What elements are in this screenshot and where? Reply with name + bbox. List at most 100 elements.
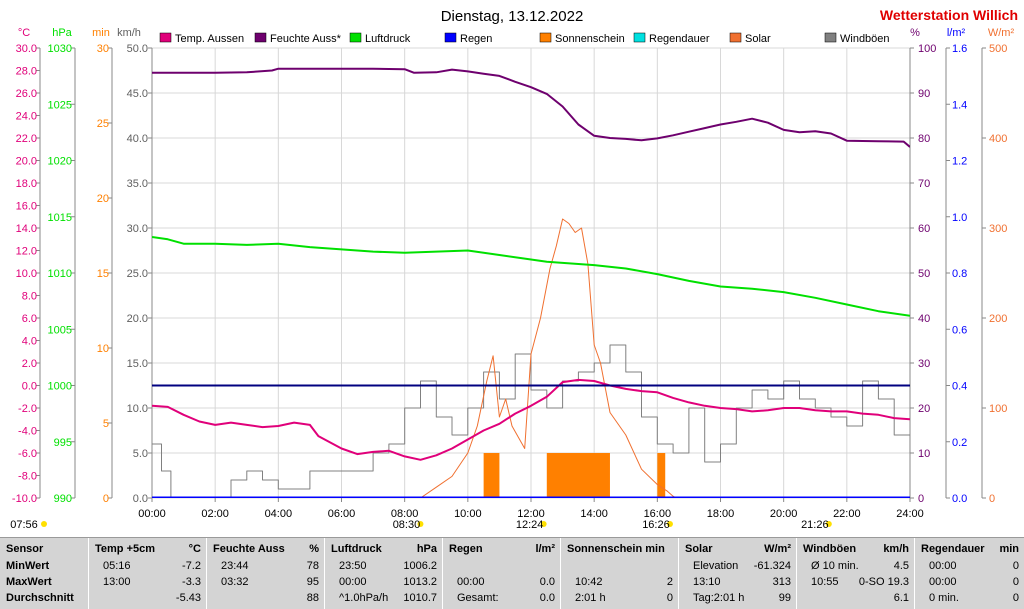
stats-header-unit: W/m² (764, 543, 791, 555)
stats-header: Sonnenschein min (567, 543, 665, 555)
axis-tick-label-temp: -10.0 (12, 493, 37, 505)
stats-header: Regendauer min (921, 543, 1019, 555)
axis-tick-label-wind: 15.0 (127, 358, 148, 370)
stats-row: Ø 10 min. 4.5 (803, 560, 909, 575)
axis-tick-label-sun: 20 (97, 193, 109, 205)
axis-tick-label-sun: 0 (103, 493, 109, 505)
axis-tick-label-solar: 100 (989, 403, 1007, 415)
axis-tick-label-temp: 8.0 (22, 291, 37, 303)
stats-header: Windböen km/h (803, 543, 909, 555)
axis-tick-label-hum: 30 (918, 358, 930, 370)
legend-label: Sonnenschein (555, 33, 625, 45)
stats-row: 10:55 0-SO 19.3 (803, 576, 909, 591)
stats-cell-time: 05:16 (103, 560, 131, 572)
legend-label: Feuchte Auss* (270, 33, 342, 45)
x-tick-label: 14:00 (580, 508, 608, 520)
legend-swatch (633, 32, 646, 43)
stats-cell-time: 00:00 (339, 576, 367, 588)
axis-tick-label-temp: 28.0 (16, 66, 37, 78)
x-tick-label: 22:00 (833, 508, 861, 520)
stats-cell-value: -3.3 (182, 576, 201, 588)
axis-tick-label-hum: 10 (918, 448, 930, 460)
stats-cell-value: 0 (1012, 560, 1019, 572)
x-tick-label: 00:00 (138, 508, 166, 520)
stats-row: -5.43 (95, 592, 201, 607)
axis-tick-label-rain: 0.6 (952, 324, 967, 336)
stats-cell-time: 03:32 (221, 576, 249, 588)
axis-tick-label-rain: 0.2 (952, 437, 967, 449)
stats-column-5: Regen l/m² 00:00 0.0 Gesamt: 0.0 (442, 538, 561, 609)
axis-tick-label-sun: 10 (97, 343, 109, 355)
x-tick-label: 10:00 (454, 508, 482, 520)
time-mark-label: 21:26 (801, 519, 829, 531)
sunshine-bar (657, 453, 666, 498)
stats-row: Gesamt: 0.0 (449, 592, 555, 607)
stats-row: MinWert (6, 560, 82, 575)
stats-header: Sensor (6, 543, 44, 555)
stats-cell-value: 6.1 (893, 592, 909, 604)
axis-tick-label-hum: 0 (918, 493, 924, 505)
time-mark-label: 07:56 (10, 519, 38, 531)
stats-cell-value: 99 (778, 592, 791, 604)
axis-tick-label-press: 1000 (48, 381, 72, 393)
axis-tick-label-rain: 0.4 (952, 381, 967, 393)
stats-cell-value: 0.0 (539, 576, 555, 588)
legend-swatch (159, 32, 172, 43)
axis-tick-label-temp: 0.0 (22, 381, 37, 393)
axis-tick-label-hum: 100 (918, 43, 936, 55)
stats-header-unit: °C (188, 543, 201, 555)
axis-tick-label-wind: 35.0 (127, 178, 148, 190)
time-mark-dot (41, 521, 47, 527)
legend-label: Windböen (840, 33, 890, 45)
axis-tick-label-hum: 50 (918, 268, 930, 280)
stats-cell-value: -5.43 (175, 592, 201, 604)
stats-cell-value: 313 (772, 576, 791, 588)
stats-cell-time: 00:00 (929, 560, 957, 572)
stats-column-7: Solar W/m² Elevation -61.324 13:10 313 Tag:2:0… (678, 538, 797, 609)
stats-header: Luftdruck hPa (331, 543, 437, 555)
stats-column-6: Sonnenschein min 10:42 2 2:01 h 0 (560, 538, 679, 609)
stats-row: Tag:2:01 h 99 (685, 592, 791, 607)
axis-tick-label-solar: 400 (989, 133, 1007, 145)
stats-row: 00:00 0.0 (449, 576, 555, 591)
stats-column-1: Sensor MinWert MaxWert Durchschnitt (0, 538, 88, 609)
axis-unit-temp: °C (18, 27, 30, 39)
weather-chart: Dienstag, 13.12.2022 Wetterstation Willi… (0, 0, 1024, 536)
axis-tick-label-temp: -8.0 (18, 471, 37, 483)
time-mark-label: 12:24 (516, 519, 544, 531)
axis-tick-label-press: 990 (54, 493, 72, 505)
stats-header: Solar W/m² (685, 543, 791, 555)
x-tick-label: 24:00 (896, 508, 924, 520)
axis-tick-label-press: 1015 (48, 212, 72, 224)
stats-cell-time: 23:44 (221, 560, 249, 572)
stats-row: 00:00 0 (921, 560, 1019, 575)
axis-tick-label-press: 995 (54, 437, 72, 449)
stats-cell-time: 13:10 (693, 576, 721, 588)
stats-header-unit: hPa (416, 543, 437, 555)
axis-tick-label-sun: 30 (97, 43, 109, 55)
chart-title: Dienstag, 13.12.2022 (441, 8, 584, 25)
stats-row: ^1.0hPa/h 1010.7 (331, 592, 437, 607)
stats-column-4: Luftdruck hPa 23:50 1006.2 00:00 1013.2 ^1.0hP… (324, 538, 443, 609)
axis-tick-label-temp: -6.0 (18, 448, 37, 460)
stats-column-8: Windböen km/h Ø 10 min. 4.5 10:55 0-SO 19.3 6.… (796, 538, 915, 609)
legend-swatch (824, 32, 837, 43)
legend-swatch (539, 32, 552, 43)
axis-tick-label-wind: 45.0 (127, 88, 148, 100)
axis-tick-label-rain: 1.0 (952, 212, 967, 224)
stats-row: 13:10 313 (685, 576, 791, 591)
legend-label: Regen (460, 33, 492, 45)
stats-cell-value: -61.324 (753, 560, 791, 572)
legend-label: Temp. Aussen (175, 33, 244, 45)
axis-tick-label-rain: 1.6 (952, 43, 967, 55)
axis-tick-label-temp: -4.0 (18, 426, 37, 438)
stats-cell-value: 0 (666, 592, 673, 604)
stats-row: 00:00 0 (921, 576, 1019, 591)
axis-tick-label-press: 1025 (48, 99, 72, 111)
legend-swatch (444, 32, 457, 43)
stats-row: 03:32 95 (213, 576, 319, 591)
axis-tick-label-temp: 26.0 (16, 88, 37, 100)
time-mark-label: 16:26 (642, 519, 670, 531)
stats-cell-value: 4.5 (893, 560, 909, 572)
axis-tick-label-temp: 6.0 (22, 313, 37, 325)
